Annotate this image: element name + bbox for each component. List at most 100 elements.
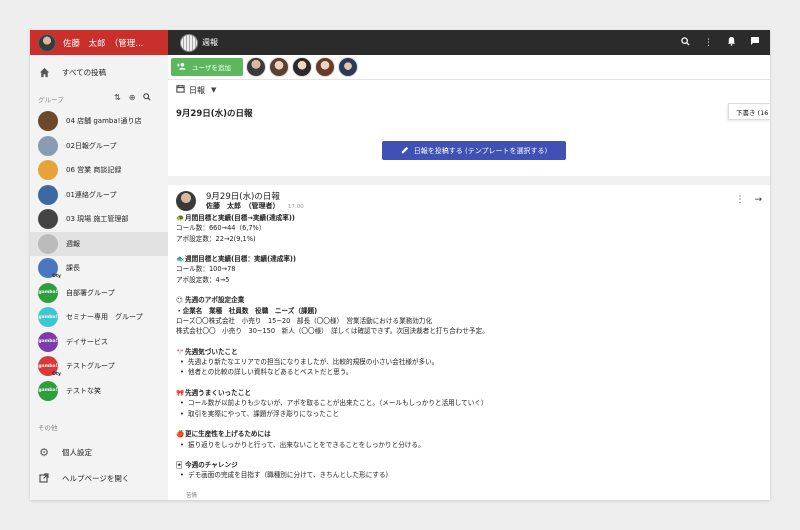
chat-icon[interactable]: [750, 36, 760, 49]
group-thumbnail: Oty: [38, 258, 61, 279]
group-thumbnail: [38, 233, 58, 254]
group-thumbnail: gamba! Oty: [38, 356, 61, 377]
nav-settings-label: 個人設定: [62, 447, 92, 457]
member-avatar[interactable]: [315, 57, 335, 77]
post-author: 佐藤 太郎 （管理者） 17:00: [206, 201, 304, 211]
add-user-button[interactable]: ユーザを追加: [171, 58, 243, 76]
section-heading: 🎌先週気づいたこと: [176, 347, 238, 356]
group-item-label: 自部署グループ: [66, 288, 115, 297]
group-item[interactable]: 04 店舗 gamba!通り店: [30, 109, 168, 133]
group-item[interactable]: 02日報グループ: [30, 134, 168, 158]
group-item-label: 課長: [66, 264, 80, 272]
group-item-label: テストグループ: [66, 362, 115, 370]
section-heading: 🎀先週うまくいったこと: [176, 389, 251, 398]
group-item[interactable]: gamba! Oty テストグループ: [30, 354, 168, 378]
date-card-title: 9月29日(水)の日報: [176, 109, 253, 119]
group-thumbnail: [38, 184, 58, 205]
member-avatar[interactable]: [338, 57, 358, 77]
search-icon[interactable]: [681, 36, 690, 49]
bullet-item: デモ画面の完成を目指す（職種別に分けて、きちんとした形にする): [176, 470, 756, 481]
nav-help[interactable]: ヘルプページを開く: [30, 466, 168, 490]
nav-help-label: ヘルプページを開く: [62, 473, 130, 483]
nav-settings[interactable]: ⚙ 個人設定: [30, 440, 168, 464]
group-thumbnail: [38, 111, 58, 131]
channel-title: 週報: [202, 38, 218, 47]
face-icon: 😶: [176, 296, 183, 305]
flag-icon: 🎌: [176, 347, 185, 356]
gear-icon: ⚙: [39, 445, 49, 459]
search-icon[interactable]: [143, 93, 152, 103]
calendar-icon: [176, 84, 185, 96]
draft-tab[interactable]: 下書き (16: [728, 103, 770, 120]
sort-icon[interactable]: ⇅: [114, 93, 121, 103]
group-item[interactable]: gamba! デイサービス: [30, 330, 168, 354]
member-avatar[interactable]: [292, 57, 312, 77]
post-report-label: 日報を投稿する (テンプレートを選択する): [413, 146, 548, 155]
bullet-item: コール数が以前よりも少ないが、アポを取ることが出来たこと。（メールもしっかりと活…: [176, 398, 756, 409]
section-heading: 🍎更に生産性を上げるためには: [176, 430, 271, 439]
member-bar: ユーザを追加: [168, 55, 770, 80]
group-item-label: 01連絡グループ: [66, 190, 117, 199]
add-group-icon[interactable]: ⊕: [129, 93, 136, 103]
section-heading: 🐢月間目標と実績(目標→実績(達成率)): [176, 214, 295, 222]
bell-icon[interactable]: [727, 36, 736, 49]
body-line: ローズ〇〇株式会社 小売り 15~20 部長（〇〇様） 営業活動における業務効力…: [176, 316, 433, 325]
bullet-item: 他者との比較の詳しい資料などあるとベストだと思う。: [176, 367, 756, 378]
body-line: 株式会社〇〇 小売り 30~150 新人（〇〇様） 詳しくは確認できず。次回決裁…: [176, 327, 489, 336]
post-type-selector[interactable]: 日報 ▼: [168, 80, 770, 100]
body-line: コール数：100→78: [176, 265, 236, 274]
group-thumbnail: [38, 209, 58, 229]
external-link-icon: [38, 472, 50, 484]
group-item-label: デイサービス: [66, 337, 108, 346]
group-thumbnail-text: gamba!: [38, 290, 58, 295]
user-name: 佐藤 太郎 （管理...: [63, 38, 144, 49]
more-vert-icon[interactable]: ⋮: [735, 195, 744, 205]
post-report-button[interactable]: 日報を投稿する (テンプレートを選択する): [382, 141, 566, 160]
more-vert-icon[interactable]: ⋮: [704, 38, 713, 48]
group-item[interactable]: gamba! テストな笑: [30, 379, 168, 403]
section-heading: 🃏 今週のチャレンジ: [176, 461, 238, 470]
group-item-label: 04 店舗 gamba!通り店: [66, 117, 142, 125]
group-item[interactable]: 03 現場 施工管理部: [30, 207, 168, 231]
group-item[interactable]: 06 営業 商談記録: [30, 158, 168, 182]
apple-icon: 🍎: [176, 430, 185, 439]
group-item[interactable]: 01連絡グループ: [30, 183, 168, 207]
group-item-label: 週報: [66, 239, 80, 248]
group-item[interactable]: 週報: [30, 231, 168, 256]
groups-section-label: グループ: [38, 96, 64, 104]
group-item-label: 03 現場 施工管理部: [66, 215, 129, 223]
group-thumbnail: gamba!: [38, 307, 58, 327]
group-thumbnail: gamba!: [38, 331, 58, 352]
group-thumbnail-text: gamba!: [38, 363, 58, 369]
post-card: 9月29日(水)の日報 佐藤 太郎 （管理者） 17:00 ⋮ → 🐢月間目標と…: [168, 185, 770, 500]
content-area: 9月29日(水)の日報 下書き (16 日報を投稿する (テンプレートを選択する…: [168, 100, 770, 500]
arrow-right-icon[interactable]: →: [754, 195, 762, 205]
add-user-label: ユーザを追加: [192, 64, 231, 72]
caret-down-icon: ▼: [211, 86, 217, 94]
member-avatar[interactable]: [246, 57, 266, 77]
member-avatar[interactable]: [269, 57, 289, 77]
body-line: コール数：660→44（6,7%）: [176, 224, 266, 233]
nav-all-posts-label: すべての投稿: [62, 67, 107, 77]
group-item-label: 02日報グループ: [66, 141, 117, 150]
group-thumbnail: [38, 160, 58, 180]
group-item[interactable]: gamba! 自部署グループ: [30, 281, 168, 305]
top-bar-actions: ⋮: [681, 30, 760, 55]
nav-all-posts[interactable]: すべての投稿: [30, 60, 168, 84]
app-window: 佐藤 太郎 （管理... すべての投稿 グループ ⇅ ⊕ 04 店舗 gamba…: [30, 30, 770, 500]
group-item[interactable]: gamba! セミナー専用 グループ: [30, 305, 168, 329]
group-thumbnail-text: gamba!: [38, 314, 58, 320]
group-item-label: 06 営業 商談記録: [66, 166, 122, 174]
user-menu[interactable]: 佐藤 太郎 （管理...: [30, 30, 168, 55]
top-bar: 週報 ⋮: [168, 30, 770, 55]
post-body: 🐢月間目標と実績(目標→実績(達成率)) コール数：660→44（6,7%） ア…: [176, 213, 756, 481]
group-badge: Oty: [52, 372, 61, 377]
add-user-icon: [177, 62, 186, 72]
section-heading: 😶 先週のアポ設定企業: [176, 296, 245, 305]
group-item[interactable]: Oty 課長: [30, 256, 168, 280]
pencil-icon: [401, 146, 409, 156]
card-icon: 🃏: [176, 461, 183, 470]
date-card: 9月29日(水)の日報 下書き (16 日報を投稿する (テンプレートを選択する…: [168, 100, 770, 176]
body-line: アポ設定数：4→5: [176, 275, 230, 284]
group-thumbnail: gamba!: [38, 380, 58, 401]
